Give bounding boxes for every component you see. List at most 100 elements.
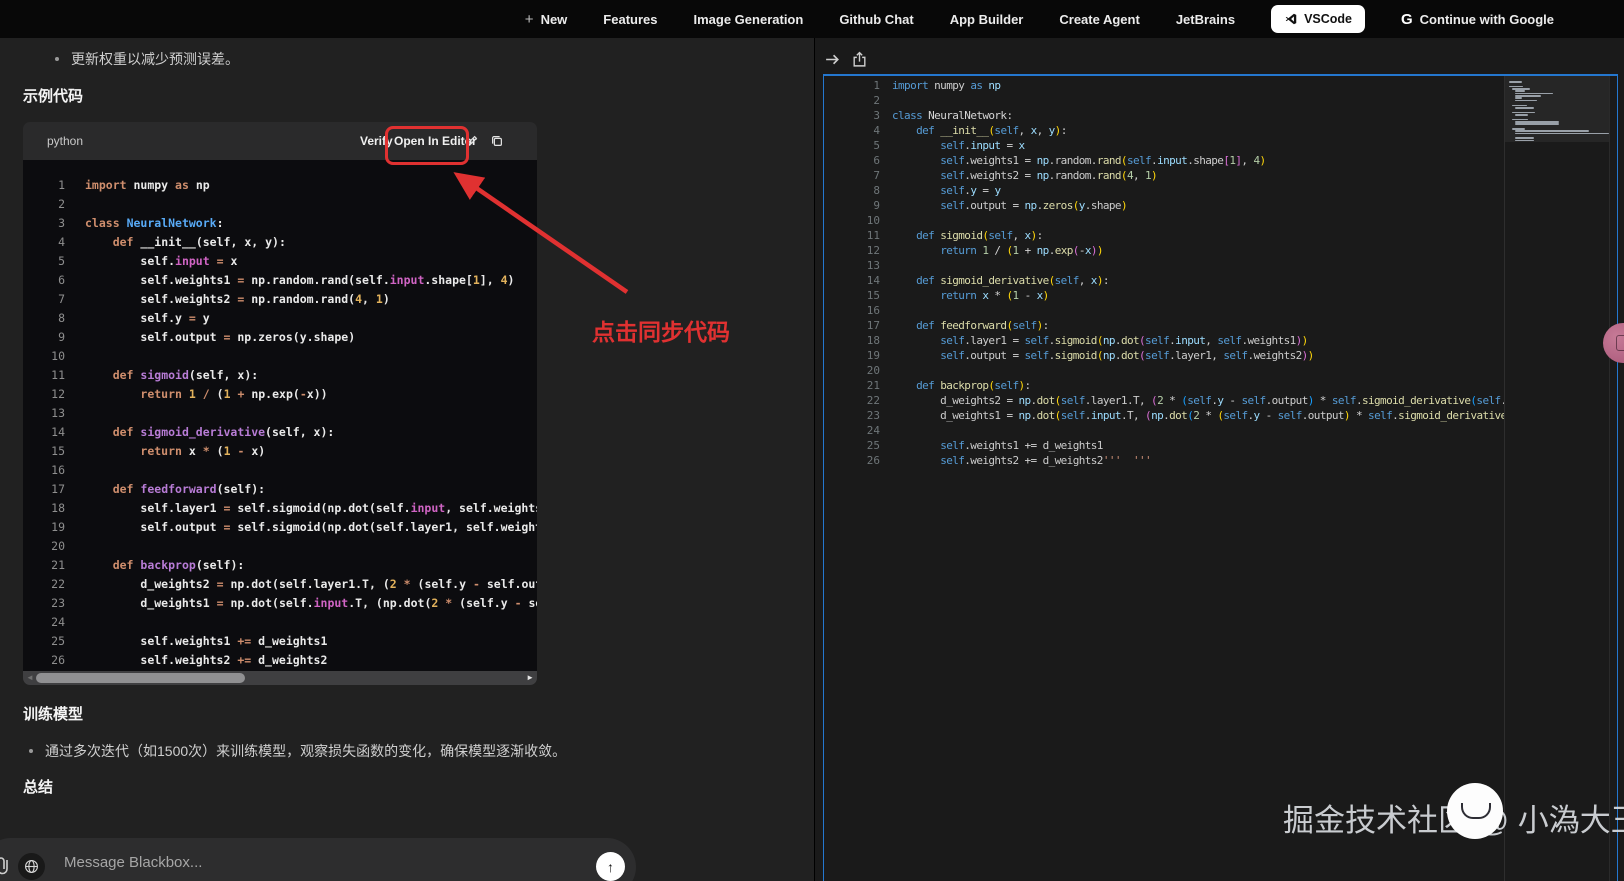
code-line: 23 d_weights1 = np.dot(self.input.T, (np…	[51, 596, 537, 610]
list-item: 更新权重以减少预测误差。	[55, 49, 239, 69]
list-item-text: 更新权重以减少预测误差。	[71, 51, 239, 67]
up-arrow-icon: ↑	[607, 858, 614, 875]
scrollbar-divider	[1609, 76, 1610, 881]
forward-arrow-icon[interactable]	[824, 51, 841, 68]
code-line: 18 self.layer1 = self.sigmoid(np.dot(sel…	[866, 334, 1309, 347]
web-search-button[interactable]	[18, 853, 45, 880]
code-block-content: 1 import numpy as np 2 3 class NeuralNetwork…	[23, 160, 537, 671]
nav-new[interactable]: + New	[525, 11, 568, 28]
minimap-line	[1514, 113, 1528, 116]
edit-icon[interactable]	[465, 134, 479, 148]
bullet-icon	[29, 749, 33, 753]
code-line: 10	[866, 214, 880, 227]
nav-image-generation[interactable]: Image Generation	[694, 12, 804, 27]
scrollbar-thumb[interactable]	[36, 673, 245, 683]
code-line: 1 import numpy as np	[873, 79, 1001, 92]
code-line: 20	[51, 539, 65, 553]
top-nav: + New Features Image Generation Github C…	[0, 0, 1624, 38]
code-line: 13	[866, 259, 880, 272]
globe-icon	[25, 860, 38, 873]
code-line: 14 def sigmoid_derivative(self, x):	[866, 274, 1110, 287]
horizontal-scrollbar[interactable]: ◄ ►	[23, 671, 537, 685]
editor-code-area[interactable]: 1 import numpy as np 2 3 class NeuralNetwork…	[824, 76, 1504, 881]
scroll-right-arrow[interactable]: ►	[526, 672, 534, 684]
code-block-header: python Verify Open In Editor	[23, 122, 537, 165]
code-line: 16	[866, 304, 880, 317]
code-line: 14 def sigmoid_derivative(self, x):	[51, 425, 335, 439]
code-line: 21 def backprop(self):	[51, 558, 245, 572]
vscode-button-label: VSCode	[1304, 12, 1352, 26]
code-line: 26 self.weights2 += d_weights2''' '''	[866, 454, 1152, 467]
share-icon[interactable]	[851, 51, 868, 68]
vscode-icon	[1285, 13, 1297, 25]
code-line: 7 self.weights2 = np.random.rand(4, 1)	[58, 292, 390, 306]
minimap-line	[1511, 111, 1535, 114]
code-line: 19 self.output = self.sigmoid(np.dot(sel…	[51, 520, 537, 534]
code-line: 13	[51, 406, 65, 420]
code-line: 11 def sigmoid(self, x):	[866, 229, 1043, 242]
message-composer: ↑	[0, 838, 636, 881]
code-line: 25 self.weights1 += d_weights1	[866, 439, 1104, 452]
send-button[interactable]: ↑	[596, 852, 625, 881]
minimap-line	[1514, 130, 1589, 133]
code-line: 11 def sigmoid(self, x):	[51, 368, 259, 382]
code-line: 18 self.layer1 = self.sigmoid(np.dot(sel…	[51, 501, 537, 515]
code-line: 24	[51, 615, 65, 629]
attachment-icon[interactable]	[0, 855, 12, 877]
nav-features[interactable]: Features	[603, 12, 657, 27]
nav-create-agent[interactable]: Create Agent	[1059, 12, 1139, 27]
minimap[interactable]	[1504, 76, 1609, 881]
bubble-glyph	[1616, 335, 1624, 351]
vscode-editor-panel: 1 import numpy as np 2 3 class NeuralNetwork…	[814, 38, 1624, 881]
google-signin-button[interactable]: G Continue with Google	[1401, 11, 1554, 28]
scroll-left-arrow[interactable]: ◄	[26, 672, 34, 684]
code-line: 22 d_weights2 = np.dot(self.layer1.T, (2…	[866, 394, 1504, 407]
minimap-line	[1514, 90, 1525, 93]
plus-icon: +	[524, 10, 534, 28]
code-line: 12 return 1 / (1 + np.exp(-x))	[866, 244, 1104, 257]
code-line: 4 def __init__(self, x, y):	[873, 124, 1067, 137]
code-line: 15 return x * (1 - x)	[866, 289, 1050, 302]
list-item: 通过多次迭代（如1500次）来训练模型，观察损失函数的变化，确保模型逐渐收敛。	[29, 741, 769, 761]
code-line: 9 self.output = np.zeros(y.shape)	[873, 199, 1127, 212]
code-line: 20	[866, 364, 880, 377]
code-line: 6 self.weights1 = np.random.rand(self.in…	[58, 273, 515, 287]
watermark-avatar	[1447, 783, 1503, 839]
vscode-button[interactable]: VSCode	[1271, 5, 1365, 33]
minimap-line	[1509, 81, 1522, 83]
language-label: python	[47, 134, 84, 148]
message-input[interactable]	[62, 853, 536, 872]
minimap-line	[1514, 123, 1560, 125]
code-line: 8 self.y = y	[873, 184, 1001, 197]
heading-example-code: 示例代码	[23, 88, 84, 105]
avatar-face	[1461, 803, 1491, 819]
copy-icon[interactable]	[490, 134, 504, 148]
code-block: python Verify Open In Editor 1 import num…	[23, 122, 537, 685]
code-line: 3 class NeuralNetwork:	[58, 216, 224, 230]
nav-jetbrains[interactable]: JetBrains	[1176, 12, 1235, 27]
code-line: 22 d_weights2 = np.dot(self.layer1.T, (2…	[51, 577, 537, 591]
code-line: 3 class NeuralNetwork:	[873, 109, 1013, 122]
code-line: 15 return x * (1 - x)	[51, 444, 266, 458]
bullet-icon	[55, 57, 59, 61]
code-line: 26 self.weights2 += d_weights2	[51, 653, 328, 667]
code-line: 5 self.input = x	[58, 254, 238, 268]
code-line: 7 self.weights2 = np.random.rand(4, 1)	[873, 169, 1158, 182]
heading-summary: 总结	[23, 779, 54, 796]
minimap-line	[1511, 104, 1527, 107]
minimap-line	[1514, 97, 1522, 100]
nav-new-label: New	[540, 11, 568, 27]
nav-app-builder[interactable]: App Builder	[950, 12, 1024, 27]
nav-github-chat[interactable]: Github Chat	[839, 12, 913, 27]
code-line: 5 self.input = x	[873, 139, 1025, 152]
google-icon: G	[1401, 10, 1413, 28]
editor-focused-region: 1 import numpy as np 2 3 class NeuralNetwork…	[823, 74, 1618, 881]
verify-button[interactable]: Verify	[360, 134, 393, 148]
code-line: 17 def feedforward(self):	[866, 319, 1049, 332]
chat-content-panel: 更新权重以减少预测误差。 示例代码 python Verify Open In …	[0, 38, 814, 881]
code-line: 19 self.output = self.sigmoid(np.dot(sel…	[866, 349, 1315, 362]
code-line: 9 self.output = np.zeros(y.shape)	[58, 330, 356, 344]
app: + New Features Image Generation Github C…	[0, 0, 1624, 881]
heading-train-model: 训练模型	[23, 706, 84, 723]
minimap-line	[1514, 137, 1535, 140]
